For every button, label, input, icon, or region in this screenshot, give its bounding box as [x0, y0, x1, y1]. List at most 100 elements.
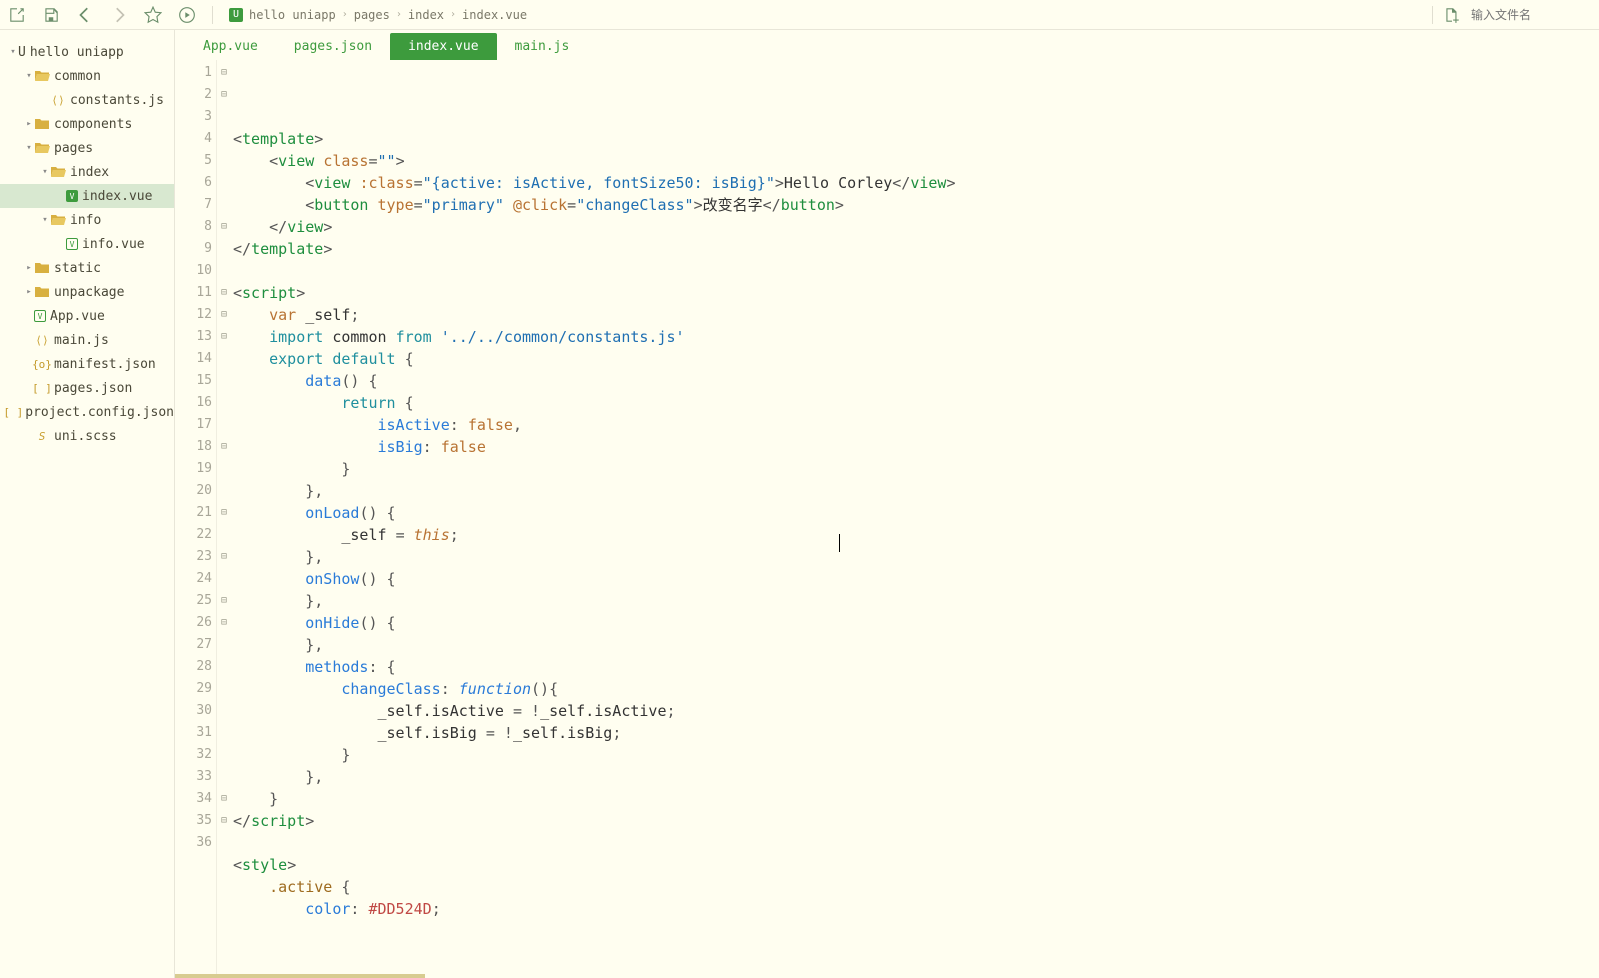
fold-marker[interactable] [217, 832, 231, 854]
toolbar: U hello uniapp › pages › index › index.v… [0, 0, 1599, 30]
tab-index-vue[interactable]: index.vue [390, 33, 496, 60]
tree-item-constants-js[interactable]: ⟨⟩ constants.js [0, 88, 174, 112]
tree-label: info [70, 213, 101, 228]
file-icon [34, 117, 50, 131]
fold-marker[interactable]: ⊟ [217, 590, 231, 612]
fold-marker[interactable] [217, 348, 231, 370]
fold-marker[interactable] [217, 238, 231, 260]
fold-marker[interactable] [217, 524, 231, 546]
tab-pages-json[interactable]: pages.json [276, 33, 390, 60]
tree-item-project-config-json[interactable]: [ ]project.config.json [0, 400, 174, 424]
fold-marker[interactable]: ⊟ [217, 84, 231, 106]
file-icon: V [66, 190, 78, 202]
run-icon[interactable] [178, 6, 196, 24]
chevron-right-icon: › [450, 9, 456, 20]
tree-label: unpackage [54, 285, 124, 300]
fold-marker[interactable] [217, 150, 231, 172]
fold-marker[interactable]: ⊟ [217, 326, 231, 348]
tree-item-pages[interactable]: ▾ pages [0, 136, 174, 160]
expand-arrow-icon[interactable]: ▾ [24, 143, 34, 153]
file-icon: ⟨⟩ [50, 93, 66, 107]
new-file-icon[interactable] [1443, 6, 1461, 24]
expand-arrow-icon[interactable]: ▾ [8, 47, 18, 57]
fold-marker[interactable]: ⊟ [217, 546, 231, 568]
tree-item-static[interactable]: ▸ static [0, 256, 174, 280]
fold-marker[interactable] [217, 414, 231, 436]
breadcrumb-item[interactable]: index.vue [462, 8, 527, 22]
fold-marker[interactable] [217, 722, 231, 744]
breadcrumb-item[interactable]: index [408, 8, 444, 22]
fold-marker[interactable] [217, 744, 231, 766]
fold-marker[interactable]: ⊟ [217, 62, 231, 84]
fold-marker[interactable]: ⊟ [217, 304, 231, 326]
fold-marker[interactable]: ⊟ [217, 216, 231, 238]
fold-marker[interactable] [217, 656, 231, 678]
tree-label: constants.js [70, 93, 164, 108]
tree-label: static [54, 261, 101, 276]
fold-marker[interactable] [217, 128, 231, 150]
fold-marker[interactable] [217, 106, 231, 128]
tree-item-components[interactable]: ▸components [0, 112, 174, 136]
tab-main-js[interactable]: main.js [497, 33, 588, 60]
file-tree[interactable]: ▾Uhello uniapp▾common ⟨⟩ constants.js ▸comp… [0, 30, 175, 978]
fold-marker[interactable]: ⊟ [217, 612, 231, 634]
horizontal-scrollbar[interactable] [175, 974, 425, 978]
code-content[interactable]: <template> <view class=""> <view :class=… [231, 60, 1599, 978]
tree-item-pages-json[interactable]: [ ]pages.json [0, 376, 174, 400]
fold-marker[interactable] [217, 392, 231, 414]
tree-item-hello-uniapp[interactable]: ▾Uhello uniapp [0, 40, 174, 64]
back-icon[interactable] [76, 6, 94, 24]
separator [212, 6, 213, 24]
expand-arrow-icon[interactable]: ▸ [24, 287, 34, 297]
tree-item-manifest-json[interactable]: {o}manifest.json [0, 352, 174, 376]
fold-marker[interactable] [217, 634, 231, 656]
fold-column[interactable]: ⊟⊟⊟⊟⊟⊟⊟⊟⊟⊟⊟⊟⊟ [217, 60, 231, 978]
breadcrumb-item[interactable]: hello uniapp [249, 8, 336, 22]
tree-item-main-js[interactable]: ⟨⟩main.js [0, 328, 174, 352]
expand-arrow-icon[interactable]: ▾ [40, 167, 50, 177]
separator [1432, 6, 1433, 24]
star-icon[interactable] [144, 6, 162, 24]
forward-icon[interactable] [110, 6, 128, 24]
expand-arrow-icon[interactable]: ▸ [24, 263, 34, 273]
fold-marker[interactable]: ⊟ [217, 788, 231, 810]
tree-item-unpackage[interactable]: ▸ unpackage [0, 280, 174, 304]
tree-item-common[interactable]: ▾common [0, 64, 174, 88]
tree-item-info[interactable]: ▾ info [0, 208, 174, 232]
fold-marker[interactable] [217, 700, 231, 722]
tree-item-index[interactable]: ▾index [0, 160, 174, 184]
file-icon: V [66, 238, 78, 250]
fold-marker[interactable] [217, 766, 231, 788]
tab-App-vue[interactable]: App.vue [185, 33, 276, 60]
fold-marker[interactable] [217, 172, 231, 194]
tree-item-info-vue[interactable]: Vinfo.vue [0, 232, 174, 256]
fold-marker[interactable]: ⊟ [217, 282, 231, 304]
save-icon[interactable] [42, 6, 60, 24]
chevron-right-icon: › [342, 9, 348, 20]
fold-marker[interactable] [217, 568, 231, 590]
expand-arrow-icon[interactable]: ▾ [40, 215, 50, 225]
expand-arrow-icon[interactable]: ▾ [24, 71, 34, 81]
fold-marker[interactable]: ⊟ [217, 436, 231, 458]
fold-marker[interactable]: ⊟ [217, 502, 231, 524]
tree-label: App.vue [50, 309, 105, 324]
fold-marker[interactable] [217, 260, 231, 282]
tree-label: pages [54, 141, 93, 156]
tree-label: index.vue [82, 189, 152, 204]
tree-item-uni-scss[interactable]: Suni.scss [0, 424, 174, 448]
breadcrumb-item[interactable]: pages [354, 8, 390, 22]
import-icon[interactable] [8, 6, 26, 24]
fold-marker[interactable]: ⊟ [217, 810, 231, 832]
tree-item-App-vue[interactable]: V App.vue [0, 304, 174, 328]
fold-marker[interactable] [217, 458, 231, 480]
tree-label: pages.json [54, 381, 132, 396]
fold-marker[interactable] [217, 370, 231, 392]
fold-marker[interactable] [217, 678, 231, 700]
file-icon: V [34, 310, 46, 322]
fold-marker[interactable] [217, 194, 231, 216]
tree-item-index-vue[interactable]: Vindex.vue [0, 184, 174, 208]
code-editor[interactable]: 1234567891011121314151617181920212223242… [175, 60, 1599, 978]
expand-arrow-icon[interactable]: ▸ [24, 119, 34, 129]
file-search-input[interactable] [1471, 8, 1591, 22]
fold-marker[interactable] [217, 480, 231, 502]
